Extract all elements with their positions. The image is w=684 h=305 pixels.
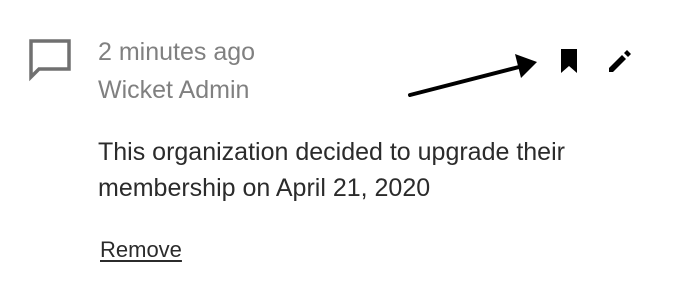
note-timestamp: 2 minutes ago — [98, 38, 256, 66]
note-body: This organization decided to upgrade the… — [98, 138, 565, 202]
bookmark-icon[interactable] — [555, 46, 583, 76]
note-card: 2 minutes ago Wicket Admin This organiza… — [0, 0, 684, 305]
note-author: Wicket Admin — [98, 76, 250, 104]
remove-link[interactable]: Remove — [100, 237, 182, 263]
arrow-annotation — [408, 54, 537, 97]
pencil-icon[interactable] — [605, 46, 635, 76]
comment-icon — [29, 39, 71, 82]
